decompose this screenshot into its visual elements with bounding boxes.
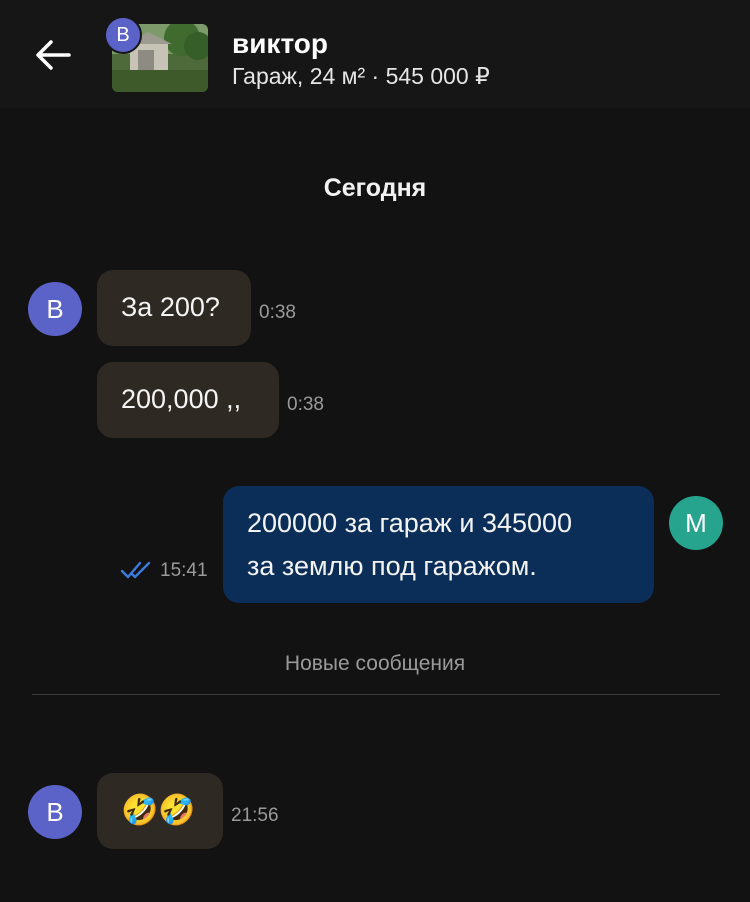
date-separator: Сегодня <box>323 174 427 202</box>
chat-header: В виктор Гараж, 24 м² · 545 000 ₽ <box>0 0 750 108</box>
message-text-line: 200000 за гараж и 345000 <box>247 508 573 538</box>
message-time: 15:41 <box>160 560 208 581</box>
back-button[interactable] <box>30 32 76 78</box>
new-messages-divider <box>32 694 720 695</box>
sender-avatar[interactable]: В <box>28 785 82 839</box>
listing-summary[interactable]: Гараж, 24 м² · 545 000 ₽ <box>232 63 490 90</box>
message-time: 0:38 <box>259 302 296 323</box>
message-text-line: за землю под гаражом. <box>247 551 537 581</box>
own-avatar[interactable]: М <box>669 496 723 550</box>
message-bubble-outgoing[interactable]: 200000 за гараж и 345000 за землю под га… <box>223 486 654 603</box>
message-bubble-incoming[interactable]: 200,000 ,, <box>97 362 279 438</box>
message-text: За 200? <box>121 292 220 322</box>
contact-name[interactable]: виктор <box>232 28 328 60</box>
sender-avatar[interactable]: В <box>28 282 82 336</box>
message-text: 200,000 ,, <box>121 384 242 414</box>
message-bubble-incoming[interactable]: 🤣🤣 <box>97 773 223 849</box>
arrow-left-icon <box>36 40 71 70</box>
chat-screen: В виктор Гараж, 24 м² · 545 000 ₽ Сегодн… <box>0 0 750 902</box>
message-time: 21:56 <box>231 805 279 826</box>
double-check-icon <box>120 561 151 579</box>
message-time: 0:38 <box>287 394 324 415</box>
emoji-message: 🤣🤣 <box>121 794 196 827</box>
message-bubble-incoming[interactable]: За 200? <box>97 270 251 346</box>
new-messages-label: Новые сообщения <box>284 652 466 675</box>
contact-avatar-badge: В <box>104 16 142 54</box>
